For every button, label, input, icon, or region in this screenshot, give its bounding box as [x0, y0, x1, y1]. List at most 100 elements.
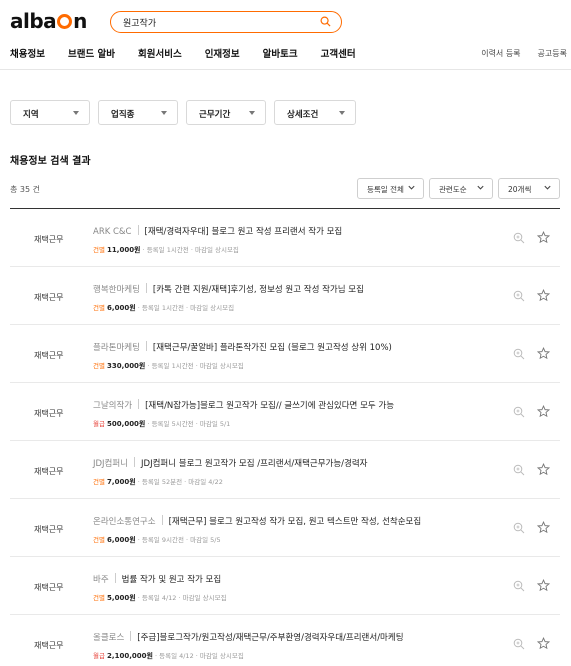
nav-item-brand-alba[interactable]: 브랜드 알바 — [68, 46, 115, 60]
company-name[interactable]: 그날의작가 — [93, 401, 132, 411]
pay-amount: 5,000원 — [107, 594, 136, 602]
star-icon[interactable] — [537, 463, 550, 476]
chevron-down-icon — [544, 185, 551, 190]
pay-amount: 6,000원 — [107, 304, 136, 312]
work-type: 재택근무 — [34, 525, 64, 534]
nav-item-jobs[interactable]: 채용정보 — [10, 46, 45, 60]
work-type: 재택근무 — [34, 467, 64, 476]
job-row[interactable]: 재택근무 행복한마케팅 [카톡 간편 지원/재택]후기성, 정보성 원고 작성 작가… — [10, 267, 560, 325]
sort-date-select[interactable]: 등록일 전체 — [357, 178, 424, 199]
job-row[interactable]: 재택근무 JDJ컴퍼니 JDJ컴퍼니 블로그 원고작가 모집 /프리랜서/재택근무가… — [10, 441, 560, 499]
albamon-logo[interactable]: alba n — [10, 9, 87, 33]
job-title-link[interactable]: JDJ컴퍼니 블로그 원고작가 모집 /프리랜서/재택근무가능/경력자 — [141, 459, 367, 469]
search-box — [110, 11, 342, 33]
filter-region[interactable]: 지역 — [10, 100, 90, 125]
quick-view-icon[interactable] — [513, 406, 525, 418]
job-title-link[interactable]: [재택/N잡가능]블로그 원고작가 모집// 글쓰기에 관심있다면 모두 가능 — [145, 401, 394, 411]
star-icon[interactable] — [537, 405, 550, 418]
job-row[interactable]: 재택근무 ARK C&C [재택/경력자우대] 블로그 원고 작성 프리랜서 작가 … — [10, 209, 560, 267]
work-type: 재택근무 — [34, 409, 64, 418]
company-name[interactable]: JDJ컴퍼니 — [93, 459, 128, 469]
main-nav: 채용정보 브랜드 알바 회원서비스 인재정보 알바토크 고객센터 — [10, 46, 379, 60]
pay-type: 건별 — [93, 478, 105, 486]
search-input[interactable] — [123, 15, 303, 29]
nav-item-member-service[interactable]: 회원서비스 — [138, 46, 182, 60]
star-icon[interactable] — [537, 637, 550, 650]
star-icon[interactable] — [537, 231, 550, 244]
caret-down-icon — [161, 111, 167, 115]
job-meta: 월급 2,100,000원 · 등록일 4/12 · 마감일 상시모집 — [93, 650, 244, 661]
pay-amount: 6,000원 — [107, 536, 136, 544]
chevron-down-icon — [477, 185, 484, 190]
job-title-link[interactable]: [재택근무/꿀알바] 플라톤작가진 모집 (블로그 원고작성 상위 10%) — [153, 343, 392, 353]
filter-label: 근무기간 — [199, 110, 231, 120]
job-title-link[interactable]: [주급]블로그작가/원고작성/재택근무/주부환영/경력자우대/프리랜서/마케팅 — [137, 633, 403, 643]
job-row[interactable]: 재택근무 플라톤마케팅 [재택근무/꿀알바] 플라톤작가진 모집 (블로그 원고작성… — [10, 325, 560, 383]
job-row[interactable]: 재택근무 온라인소통연구소 [재택근무] 블로그 원고작성 작가 모집, 원고 텍스… — [10, 499, 560, 557]
job-meta: 건별 330,000원 · 등록일 1시간전 · 마감일 상시모집 — [93, 360, 244, 371]
job-row[interactable]: 재택근무 올클로스 [주급]블로그작가/원고작성/재택근무/주부환영/경력자우대/프… — [10, 615, 560, 666]
caret-down-icon — [249, 111, 255, 115]
star-icon[interactable] — [537, 347, 550, 360]
company-name[interactable]: 플라톤마케팅 — [93, 343, 140, 353]
job-title-link[interactable]: 법률 작가 및 원고 작가 모집 — [122, 575, 222, 585]
quick-view-icon[interactable] — [513, 290, 525, 302]
chevron-down-icon — [408, 185, 415, 190]
job-meta: 건별 6,000원 · 등록일 9시간전 · 마감일 5/5 — [93, 534, 221, 545]
star-icon[interactable] — [537, 289, 550, 302]
divider — [145, 341, 147, 351]
nav-item-customer-center[interactable]: 고객센터 — [321, 46, 356, 60]
divider — [114, 573, 116, 583]
work-type: 재택근무 — [34, 351, 64, 360]
filter-job-category[interactable]: 업직종 — [98, 100, 178, 125]
company-name[interactable]: 올클로스 — [93, 633, 124, 643]
job-title-link[interactable]: [재택/경력자우대] 블로그 원고 작성 프리랜서 작가 모집 — [145, 227, 343, 237]
sort-label: 20개씩 — [508, 185, 532, 194]
quick-view-icon[interactable] — [513, 348, 525, 360]
filter-work-period[interactable]: 근무기간 — [186, 100, 266, 125]
post-dates: · 등록일 9시간전 · 마감일 5/5 — [135, 536, 221, 544]
work-type: 재택근무 — [34, 583, 64, 592]
quick-view-icon[interactable] — [513, 638, 525, 650]
job-meta: 월급 500,000원 · 등록일 5시간전 · 마감일 5/1 — [93, 418, 230, 429]
star-icon[interactable] — [537, 521, 550, 534]
nav-item-talent[interactable]: 인재정보 — [205, 46, 240, 60]
company-name[interactable]: 바주 — [93, 575, 109, 585]
quick-view-icon[interactable] — [513, 522, 525, 534]
divider — [145, 283, 147, 293]
nav-item-alba-talk[interactable]: 알바토크 — [263, 46, 298, 60]
search-icon[interactable] — [320, 16, 331, 27]
job-row[interactable]: 재택근무 바주 법률 작가 및 원고 작가 모집 건별 5,000원 · 등록일 4/… — [10, 557, 560, 615]
pay-amount: 11,000원 — [107, 246, 141, 254]
job-title-link[interactable]: [카톡 간편 지원/재택]후기성, 정보성 원고 작성 작가님 모집 — [153, 285, 364, 295]
page-size-select[interactable]: 20개씩 — [498, 178, 560, 199]
divider — [134, 457, 136, 467]
company-name[interactable]: ARK C&C — [93, 227, 132, 237]
job-meta: 건별 7,000원 · 등록일 52분전 · 마감일 4/22 — [93, 476, 223, 487]
sort-label: 등록일 전체 — [367, 185, 404, 194]
quick-view-icon[interactable] — [513, 464, 525, 476]
resume-register-link[interactable]: 이력서 등록 — [481, 48, 520, 59]
pay-type: 건별 — [93, 246, 105, 254]
job-title-link[interactable]: [재택근무] 블로그 원고작성 작가 모집, 원고 텍스트만 작성, 선착순모집 — [169, 517, 422, 527]
sort-order-select[interactable]: 관련도순 — [429, 178, 493, 199]
site-header: alban 채용정보 브랜드 알바 회원서비스 인재정보 알바토크 고객센터 이… — [0, 0, 571, 70]
filter-details[interactable]: 상세조건 — [274, 100, 356, 125]
pay-type: 월급 — [93, 652, 105, 660]
util-nav: 이력서 등록 공고등록 — [464, 48, 567, 59]
filter-label: 상세조건 — [287, 110, 319, 120]
quick-view-icon[interactable] — [513, 232, 525, 244]
post-register-link[interactable]: 공고등록 — [538, 48, 567, 59]
work-type: 재택근무 — [34, 293, 64, 302]
divider — [161, 515, 163, 525]
company-name[interactable]: 온라인소통연구소 — [93, 517, 156, 527]
job-row[interactable]: 재택근무 그날의작가 [재택/N잡가능]블로그 원고작가 모집// 글쓰기에 관심있… — [10, 383, 560, 441]
post-dates: · 등록일 4/12 · 마감일 상시모집 — [152, 652, 244, 660]
pay-amount: 330,000원 — [107, 362, 146, 370]
company-name[interactable]: 행복한마케팅 — [93, 285, 140, 295]
quick-view-icon[interactable] — [513, 580, 525, 592]
star-icon[interactable] — [537, 579, 550, 592]
pay-amount: 7,000원 — [107, 478, 136, 486]
post-dates: · 등록일 1시간전 · 마감일 상시모집 — [135, 304, 235, 312]
job-list: 재택근무 ARK C&C [재택/경력자우대] 블로그 원고 작성 프리랜서 작가 … — [10, 208, 560, 666]
